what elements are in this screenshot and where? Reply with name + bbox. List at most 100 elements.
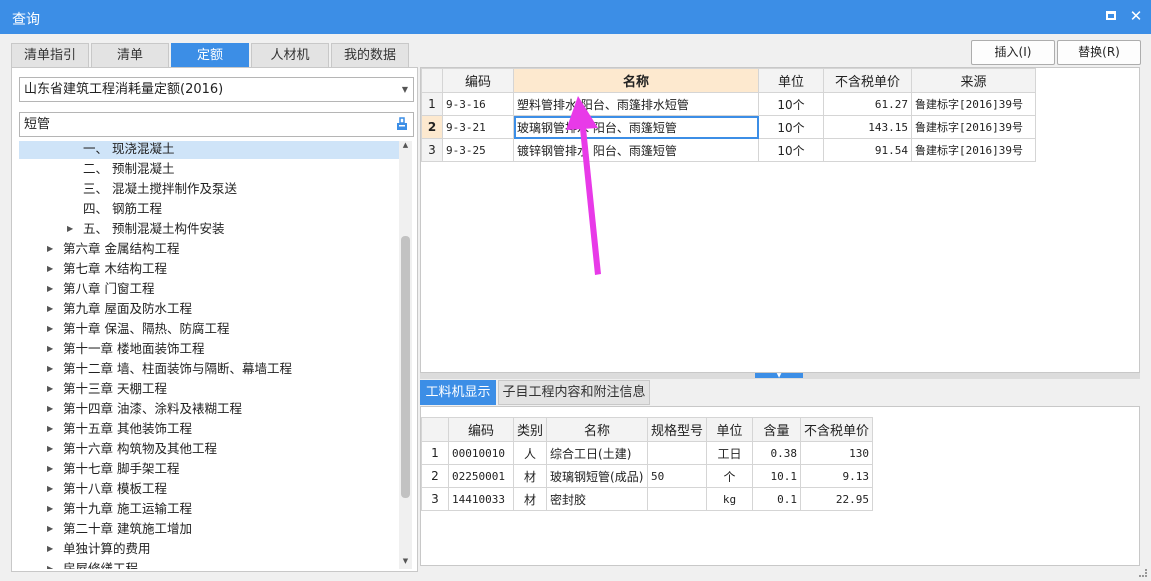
col-header-price[interactable]: 不含税单价 [800, 417, 874, 442]
col-header-name[interactable]: 名称 [546, 417, 649, 442]
cell-source[interactable]: 鲁建标字[2016]39号 [911, 92, 1036, 116]
expand-arrow-icon[interactable]: ▶ [47, 359, 53, 379]
cell-unit[interactable]: 个 [706, 464, 754, 488]
expand-arrow-icon[interactable]: ▶ [67, 219, 73, 239]
panel-splitter[interactable]: ▼ [420, 373, 1140, 379]
cell-qty[interactable]: 10.1 [752, 464, 802, 488]
cell-price[interactable]: 22.95 [800, 487, 874, 511]
filter-icon[interactable] [395, 117, 409, 131]
tab-my-data[interactable]: 我的数据 [331, 43, 409, 68]
tab-list[interactable]: 清单 [91, 43, 169, 68]
tree-item[interactable]: ▶ 第十一章 楼地面装饰工程 [19, 339, 400, 359]
col-header-name[interactable]: 名称 [513, 68, 759, 93]
cell-qty[interactable]: 0.38 [752, 441, 802, 465]
search-input[interactable]: 短管 [19, 112, 414, 137]
cell-name[interactable]: 玻璃钢短管(成品) [546, 464, 649, 488]
maximize-button[interactable] [1103, 8, 1119, 24]
cell-code[interactable]: 9-3-21 [442, 115, 514, 139]
scroll-up-icon[interactable]: ▲ [399, 141, 412, 149]
resize-grip-icon[interactable] [1139, 569, 1147, 577]
cell-price[interactable]: 130 [800, 441, 874, 465]
tree-item[interactable]: ▶ 五、 预制混凝土构件安装 [19, 219, 400, 239]
tab-work-content-notes[interactable]: 子目工程内容和附注信息 [498, 380, 650, 405]
cell-name[interactable]: 综合工日(土建) [546, 441, 649, 465]
cell-unit[interactable]: 10个 [758, 138, 824, 162]
cell-qty[interactable]: 0.1 [752, 487, 802, 511]
cell-code[interactable]: 9-3-16 [442, 92, 514, 116]
tree-item[interactable]: ▶ 单独计算的费用 [19, 539, 400, 559]
table-row[interactable]: 1 00010010 人 综合工日(土建) 工日 0.38 130 [421, 441, 874, 465]
scroll-down-icon[interactable]: ▼ [399, 557, 412, 565]
col-header-type[interactable]: 类别 [512, 417, 548, 442]
col-header-source[interactable]: 来源 [911, 68, 1036, 93]
tree-item[interactable]: ▶ 第十五章 其他装饰工程 [19, 419, 400, 439]
tab-list-guide[interactable]: 清单指引 [11, 43, 89, 68]
tree-item[interactable]: ▶ 第九章 屋面及防水工程 [19, 299, 400, 319]
expand-arrow-icon[interactable]: ▶ [47, 439, 53, 459]
col-header-spec[interactable]: 规格型号 [647, 417, 708, 442]
cell-price[interactable]: 61.27 [823, 92, 912, 116]
expand-arrow-icon[interactable]: ▶ [47, 259, 53, 279]
tab-quota[interactable]: 定额 [171, 43, 249, 68]
cell-name[interactable]: 塑料管排水 阳台、雨篷排水短管 [513, 92, 759, 116]
cell-name[interactable]: 玻璃钢管排水 阳台、雨篷短管 [513, 115, 759, 139]
tree-item[interactable]: 一、 现浇混凝土 [19, 141, 400, 159]
table-row[interactable]: 2 9-3-21 玻璃钢管排水 阳台、雨篷短管 10个 143.15 鲁建标字[… [421, 115, 1036, 139]
tree-item[interactable]: ▶ 第十九章 施工运输工程 [19, 499, 400, 519]
cell-price[interactable]: 9.13 [800, 464, 874, 488]
col-header-code[interactable]: 编码 [448, 417, 514, 442]
cell-unit[interactable]: 10个 [758, 115, 824, 139]
cell-name[interactable]: 镀锌钢管排水 阳台、雨篷短管 [513, 138, 759, 162]
expand-arrow-icon[interactable]: ▶ [47, 479, 53, 499]
tree-item[interactable]: ▶ 第十八章 模板工程 [19, 479, 400, 499]
tree-item[interactable]: ▶ 第十二章 墙、柱面装饰与隔断、幕墙工程 [19, 359, 400, 379]
tree-item[interactable]: ▶ 第十四章 油漆、涂料及裱糊工程 [19, 399, 400, 419]
cell-code[interactable]: 02250001 [448, 464, 514, 488]
cell-type[interactable]: 材 [512, 487, 548, 511]
expand-arrow-icon[interactable]: ▶ [47, 459, 53, 479]
tab-labor-material-machine[interactable]: 人材机 [251, 43, 329, 68]
replace-button[interactable]: 替换(R) [1057, 40, 1141, 65]
expand-arrow-icon[interactable]: ▶ [47, 499, 53, 519]
cell-spec[interactable] [647, 487, 708, 511]
table-row[interactable]: 3 9-3-25 镀锌钢管排水 阳台、雨篷短管 10个 91.54 鲁建标字[2… [421, 138, 1036, 162]
cell-spec[interactable] [647, 441, 708, 465]
cell-code[interactable]: 00010010 [448, 441, 514, 465]
expand-arrow-icon[interactable]: ▶ [47, 239, 53, 259]
expand-arrow-icon[interactable]: ▶ [47, 559, 53, 569]
cell-price[interactable]: 91.54 [823, 138, 912, 162]
tree-item[interactable]: ▶ 第十三章 天棚工程 [19, 379, 400, 399]
cell-source[interactable]: 鲁建标字[2016]39号 [911, 115, 1036, 139]
expand-arrow-icon[interactable]: ▶ [47, 279, 53, 299]
cell-code[interactable]: 9-3-25 [442, 138, 514, 162]
tree-item[interactable]: ▶ 第七章 木结构工程 [19, 259, 400, 279]
tree-item[interactable]: ▶ 第二十章 建筑施工增加 [19, 519, 400, 539]
tree-item[interactable]: ▶ 第六章 金属结构工程 [19, 239, 400, 259]
cell-type[interactable]: 材 [512, 464, 548, 488]
col-header-price[interactable]: 不含税单价 [823, 68, 912, 93]
expand-arrow-icon[interactable]: ▶ [47, 519, 53, 539]
tree-item[interactable]: 三、 混凝土搅拌制作及泵送 [19, 179, 400, 199]
expand-arrow-icon[interactable]: ▶ [47, 539, 53, 559]
col-header-unit[interactable]: 单位 [758, 68, 824, 93]
tree-item[interactable]: ▶ 第十章 保温、隔热、防腐工程 [19, 319, 400, 339]
table-row[interactable]: 3 14410033 材 密封胶 kg 0.1 22.95 [421, 487, 874, 511]
col-header-qty[interactable]: 含量 [752, 417, 802, 442]
tree-item[interactable]: ▶ 房屋修缮工程 [19, 559, 400, 569]
expand-arrow-icon[interactable]: ▶ [47, 339, 53, 359]
expand-arrow-icon[interactable]: ▶ [47, 419, 53, 439]
insert-button[interactable]: 插入(I) [971, 40, 1055, 65]
cell-unit[interactable]: kg [706, 487, 754, 511]
tree-item[interactable]: 二、 预制混凝土 [19, 159, 400, 179]
expand-arrow-icon[interactable]: ▶ [47, 319, 53, 339]
cell-code[interactable]: 14410033 [448, 487, 514, 511]
tree-item[interactable]: 四、 钢筋工程 [19, 199, 400, 219]
tree-item[interactable]: ▶ 第十六章 构筑物及其他工程 [19, 439, 400, 459]
scrollbar-thumb[interactable] [401, 236, 410, 498]
tree-item[interactable]: ▶ 第十七章 脚手架工程 [19, 459, 400, 479]
tree-item[interactable]: ▶ 第八章 门窗工程 [19, 279, 400, 299]
expand-arrow-icon[interactable]: ▶ [47, 399, 53, 419]
table-row[interactable]: 1 9-3-16 塑料管排水 阳台、雨篷排水短管 10个 61.27 鲁建标字[… [421, 92, 1036, 116]
tab-material-display[interactable]: 工料机显示 [420, 380, 496, 405]
cell-type[interactable]: 人 [512, 441, 548, 465]
